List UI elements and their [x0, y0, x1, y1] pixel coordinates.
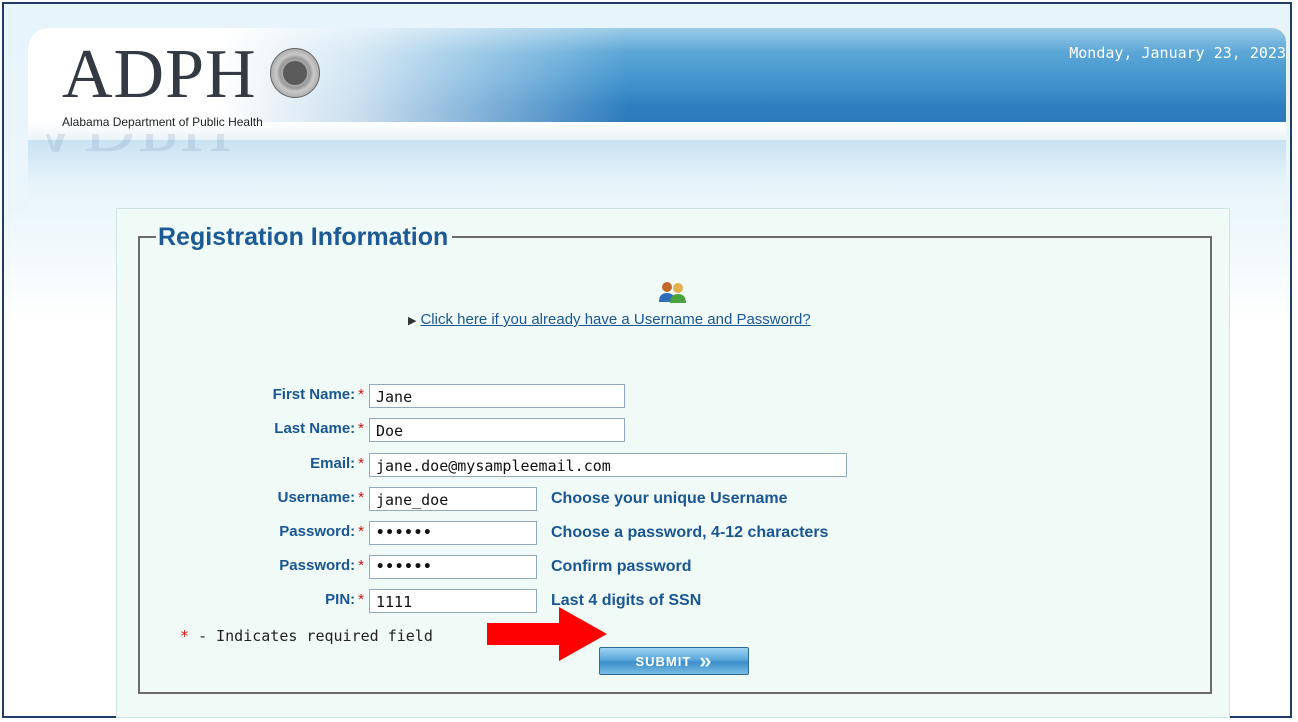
last-name-label: Last Name: *	[274, 420, 364, 437]
existing-account-row: ▶ Click here if you already have a Userna…	[408, 311, 811, 328]
username-hint: Choose your unique Username	[551, 490, 788, 507]
current-date: Monday, January 23, 2023	[1069, 44, 1286, 62]
required-asterisk: *	[358, 523, 364, 540]
confirm-password-input[interactable]: ••••••	[369, 555, 537, 579]
red-arrow-icon	[487, 607, 607, 661]
logo-reflection: ADPH	[30, 134, 234, 164]
adph-logo: ADPH	[62, 36, 257, 113]
required-asterisk: *	[358, 489, 364, 506]
last-name-input[interactable]: Doe	[369, 418, 625, 442]
submit-button[interactable]: SUBMIT»	[599, 647, 749, 675]
email-label: Email: *	[310, 455, 364, 472]
first-name-input[interactable]: Jane	[369, 384, 625, 408]
confirm-password-label: Password: *	[279, 557, 364, 574]
existing-account-link[interactable]: Click here if you already have a Usernam…	[420, 311, 810, 328]
required-asterisk: *	[358, 420, 364, 437]
required-field-note: * - Indicates required field	[180, 627, 433, 645]
first-name-label: First Name: *	[272, 386, 364, 403]
username-input[interactable]: jane_doe	[369, 487, 537, 511]
required-asterisk: *	[358, 455, 364, 472]
state-seal-icon	[270, 48, 320, 98]
password-input[interactable]: ••••••	[369, 521, 537, 545]
required-asterisk: *	[358, 591, 364, 608]
users-icon	[659, 282, 686, 303]
email-input[interactable]: jane.doe@mysampleemail.com	[369, 453, 847, 477]
pin-label: PIN: *	[325, 591, 364, 608]
triangle-right-icon: ▶	[408, 315, 417, 327]
form-legend: Registration Information	[156, 222, 453, 252]
username-label: Username: *	[277, 489, 364, 506]
password-label: Password: *	[279, 523, 364, 540]
required-asterisk: *	[358, 386, 364, 403]
required-asterisk: *	[358, 557, 364, 574]
confirm-password-hint: Confirm password	[551, 558, 692, 575]
org-name: Alabama Department of Public Health	[62, 115, 263, 129]
required-asterisk: *	[180, 627, 190, 645]
password-hint: Choose a password, 4-12 characters	[551, 524, 829, 541]
double-chevron-right-icon: »	[699, 648, 713, 673]
